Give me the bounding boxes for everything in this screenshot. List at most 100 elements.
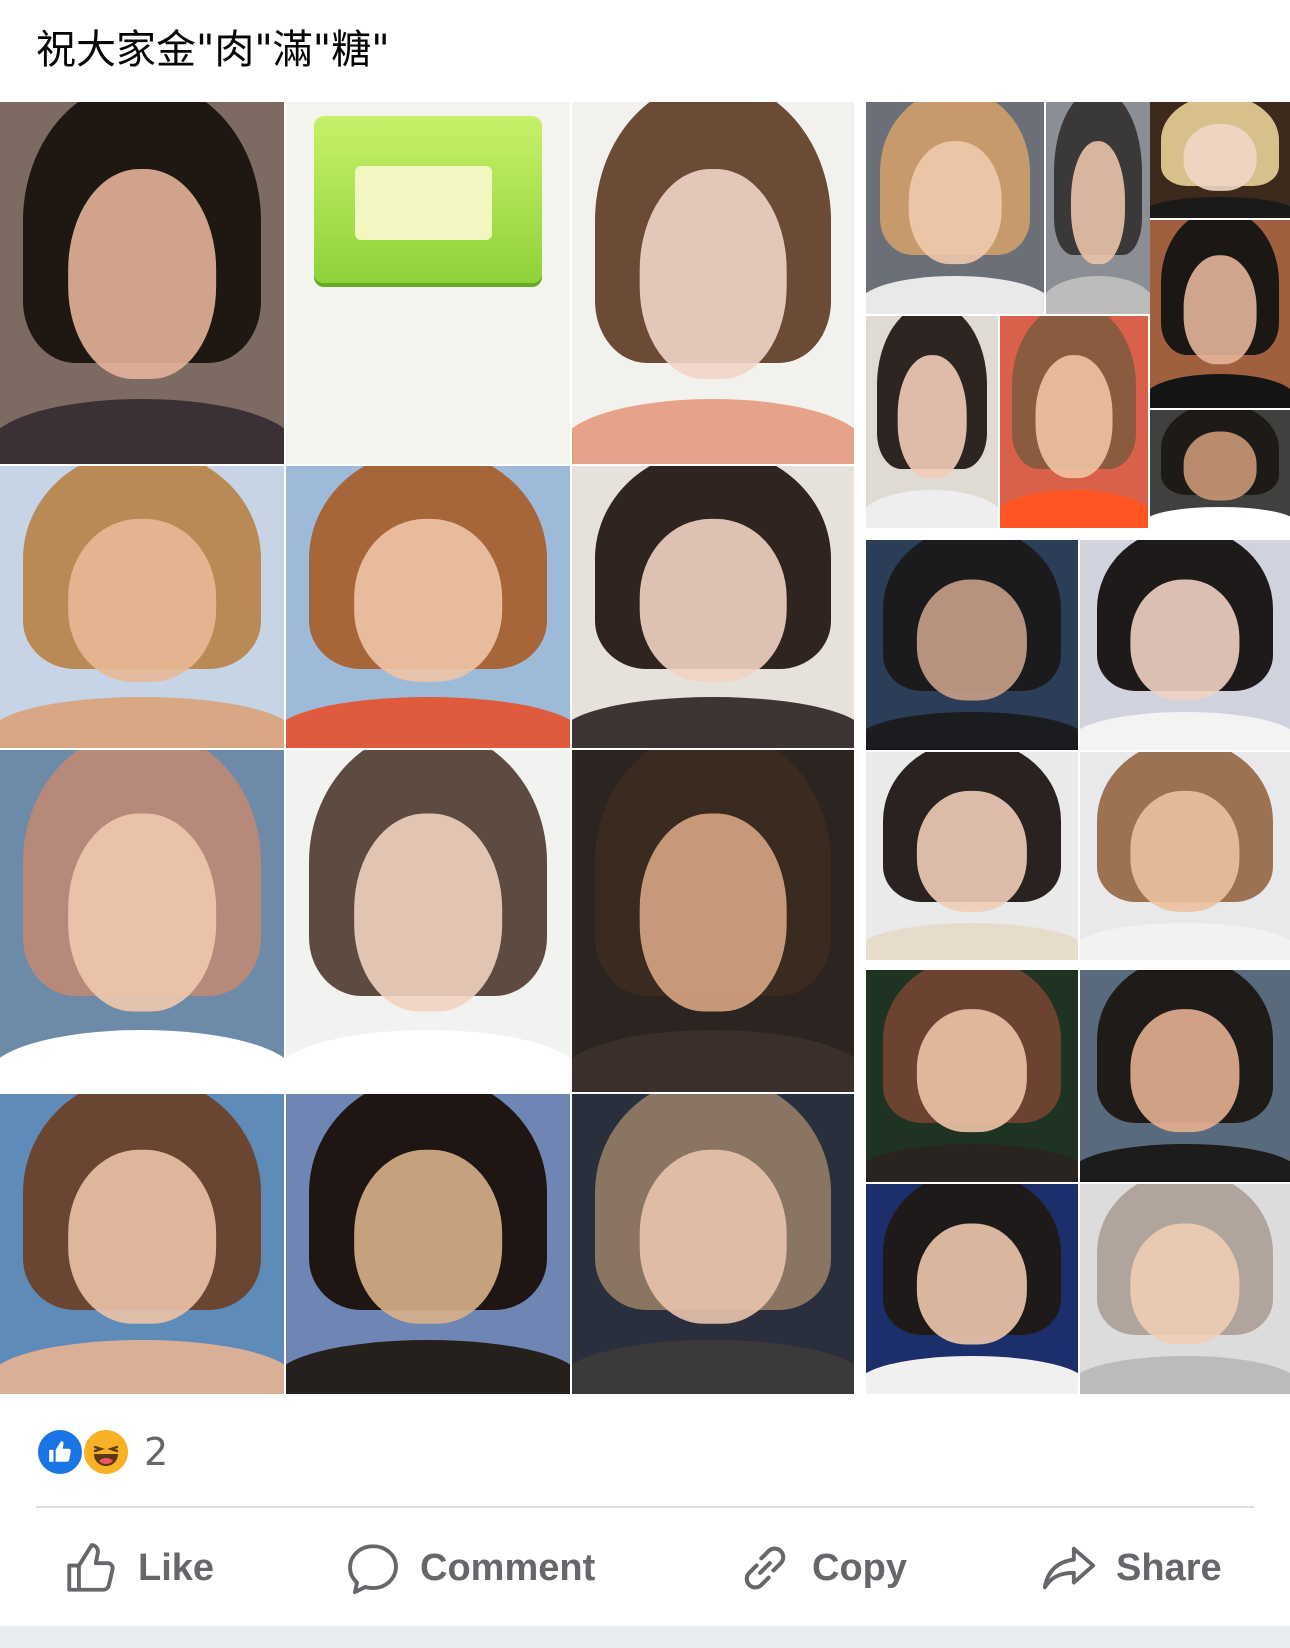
shoulders-shape [286, 1030, 570, 1092]
shoulders-shape [1080, 1143, 1290, 1182]
shoulders-shape [1000, 489, 1148, 528]
like-label: Like [138, 1546, 215, 1589]
shoulders-shape [1080, 712, 1290, 750]
face-shape [916, 790, 1028, 912]
face-shape [1130, 1009, 1240, 1133]
photo[interactable] [572, 102, 854, 464]
photo[interactable] [286, 1094, 570, 1394]
face-shape [354, 1149, 502, 1324]
face-shape [916, 579, 1028, 701]
shoulders-shape [866, 489, 998, 528]
like-reaction-icon [36, 1428, 84, 1476]
photo[interactable] [866, 540, 1078, 750]
shoulders-shape [286, 1340, 570, 1394]
face-shape [354, 518, 502, 682]
like-icon [67, 1543, 115, 1592]
shoulders-shape [866, 922, 1078, 960]
bottom-bar [0, 1626, 1290, 1648]
action-bar: Like Comment Copy Share [0, 1510, 1290, 1626]
shoulders-shape [1080, 1356, 1290, 1394]
shoulders-shape [572, 1030, 854, 1092]
product-box [314, 116, 542, 283]
photo[interactable] [1080, 752, 1290, 960]
copy-button[interactable]: Copy [736, 1510, 907, 1626]
face-shape [1130, 1223, 1240, 1345]
photo[interactable] [0, 102, 284, 464]
shoulders-shape [572, 1340, 854, 1394]
photo[interactable] [866, 316, 998, 528]
face-shape [639, 518, 787, 682]
post-text: 祝大家金"肉"滿"糖" [36, 27, 390, 73]
photo[interactable] [1150, 102, 1290, 218]
photo[interactable] [286, 750, 570, 1092]
share-button[interactable]: Share [1040, 1510, 1222, 1626]
like-button[interactable]: Like [62, 1510, 214, 1626]
shoulders-shape [1150, 506, 1290, 528]
face-shape [897, 355, 967, 479]
face-shape [916, 1009, 1028, 1133]
face-shape [639, 169, 787, 380]
shoulders-shape [1150, 374, 1290, 408]
face-shape [1183, 431, 1257, 501]
shoulders-shape [0, 1030, 284, 1092]
face-shape [68, 169, 216, 380]
shoulders-shape [286, 697, 570, 748]
photo[interactable] [866, 970, 1078, 1182]
photo[interactable] [1150, 410, 1290, 528]
photo[interactable] [0, 1094, 284, 1394]
shoulders-shape [572, 398, 854, 464]
photo[interactable] [866, 102, 1044, 314]
shoulders-shape [1080, 922, 1290, 960]
photo[interactable] [0, 750, 284, 1092]
face-shape [68, 518, 216, 682]
photo[interactable] [1080, 540, 1290, 750]
shoulders-shape [866, 275, 1044, 314]
photo[interactable] [866, 1184, 1078, 1394]
photo[interactable] [866, 752, 1078, 960]
face-shape [1035, 355, 1113, 479]
photo[interactable] [1080, 1184, 1290, 1394]
photo[interactable] [1046, 102, 1150, 314]
face-shape [916, 1223, 1028, 1345]
product-photo[interactable] [286, 102, 570, 464]
divider [36, 1506, 1254, 1508]
share-label: Share [1116, 1546, 1222, 1589]
comment-button[interactable]: Comment [344, 1510, 595, 1626]
face-shape [1130, 579, 1240, 701]
shoulders-shape [866, 1356, 1078, 1394]
face-shape [1183, 254, 1257, 364]
copy-label: Copy [812, 1546, 907, 1589]
face-shape [639, 813, 787, 1012]
photo[interactable] [1000, 316, 1148, 528]
shoulders-shape [1046, 275, 1150, 314]
photo[interactable] [0, 466, 284, 748]
photo[interactable] [286, 466, 570, 748]
comment-label: Comment [420, 1546, 596, 1589]
face-shape [1070, 141, 1126, 265]
shoulders-shape [572, 697, 854, 748]
photo[interactable] [1150, 220, 1290, 408]
reaction-count: 2 [144, 1430, 169, 1474]
face-shape [1183, 123, 1257, 191]
shoulders-shape [866, 1143, 1078, 1182]
photo[interactable] [572, 750, 854, 1092]
shoulders-shape [1150, 197, 1290, 218]
face-shape [908, 141, 1002, 265]
face-shape [68, 1149, 216, 1324]
shoulders-shape [0, 697, 284, 748]
photo[interactable] [572, 466, 854, 748]
link-icon [744, 1546, 786, 1590]
photo[interactable] [1080, 970, 1290, 1182]
shoulders-shape [866, 712, 1078, 750]
face-shape [68, 813, 216, 1012]
shoulders-shape [0, 1340, 284, 1394]
face-shape [639, 1149, 787, 1324]
photo-collage[interactable] [0, 102, 1290, 1394]
photo[interactable] [572, 1094, 854, 1394]
comment-icon [348, 1544, 398, 1595]
face-shape [354, 813, 502, 1012]
haha-reaction-icon [82, 1428, 130, 1476]
share-icon [1042, 1546, 1096, 1590]
shoulders-shape [0, 398, 284, 464]
face-shape [1130, 790, 1240, 912]
